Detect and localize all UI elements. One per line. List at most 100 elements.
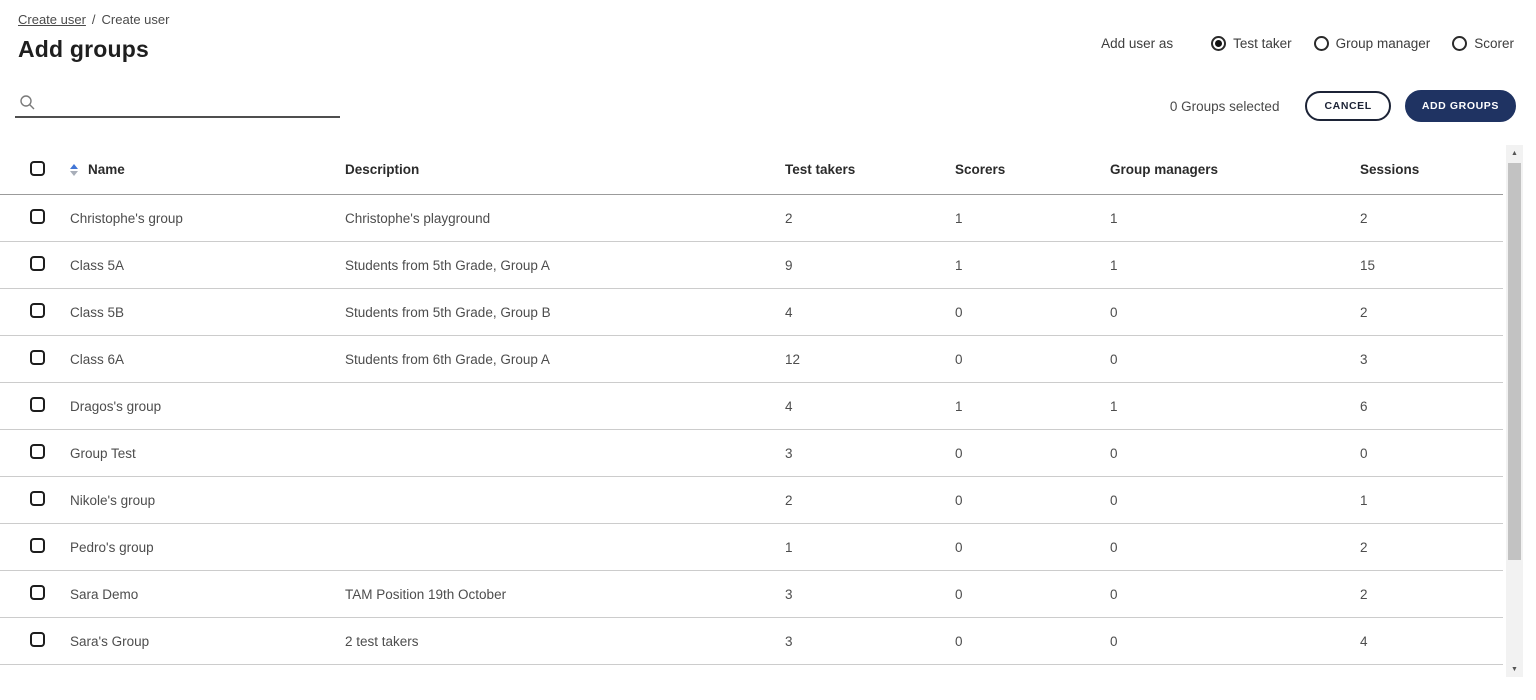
table-body: Christophe's group Christophe's playgrou… <box>0 195 1503 677</box>
column-header-group-managers[interactable]: Group managers <box>1110 162 1360 177</box>
cell-test-takers: 4 <box>785 399 955 414</box>
row-checkbox[interactable] <box>30 350 45 365</box>
add-user-as-radio-group: Add user as Test taker Group manager Sco… <box>1101 36 1514 51</box>
cell-description: Students from 6th Grade, Group A <box>345 352 785 367</box>
radio-button-icon[interactable] <box>1211 36 1226 51</box>
cell-test-takers: 4 <box>785 305 955 320</box>
scrollbar-down-icon[interactable]: ▼ <box>1506 661 1523 677</box>
cancel-button[interactable]: CANCEL <box>1305 91 1390 121</box>
row-checkbox[interactable] <box>30 444 45 459</box>
table-row[interactable]: Christophe's group Christophe's playgrou… <box>0 195 1503 242</box>
cell-test-takers: 9 <box>785 258 955 273</box>
row-checkbox[interactable] <box>30 256 45 271</box>
table-row[interactable]: Class 6A Students from 6th Grade, Group … <box>0 336 1503 383</box>
cell-name: Group Test <box>70 446 345 461</box>
cell-name: Class 5B <box>70 305 345 320</box>
cell-name: Christophe's group <box>70 211 345 226</box>
cell-description: Students from 5th Grade, Group B <box>345 305 785 320</box>
table-row[interactable]: Class 5B Students from 5th Grade, Group … <box>0 289 1503 336</box>
cell-test-takers: 12 <box>785 352 955 367</box>
cell-test-takers: 1 <box>785 540 955 555</box>
radio-scorer[interactable]: Scorer <box>1452 36 1514 51</box>
row-checkbox[interactable] <box>30 209 45 224</box>
vertical-scrollbar[interactable]: ▲ ▼ <box>1506 145 1523 677</box>
cell-group-managers: 0 <box>1110 493 1360 508</box>
table-row[interactable]: Class 5A Students from 5th Grade, Group … <box>0 242 1503 289</box>
cell-description: 2 test takers <box>345 634 785 649</box>
radio-group-manager[interactable]: Group manager <box>1314 36 1431 51</box>
add-groups-button[interactable]: ADD GROUPS <box>1405 90 1516 122</box>
cell-sessions: 3 <box>1360 352 1503 367</box>
table-row[interactable]: Pedro's group 1 0 0 2 <box>0 524 1503 571</box>
add-user-as-label: Add user as <box>1101 36 1173 51</box>
breadcrumb-link-create-user[interactable]: Create user <box>18 12 86 27</box>
row-checkbox[interactable] <box>30 491 45 506</box>
cell-name: Pedro's group <box>70 540 345 555</box>
breadcrumb-current: Create user <box>102 12 170 27</box>
cell-sessions: 2 <box>1360 587 1503 602</box>
sort-icon[interactable] <box>70 164 78 176</box>
cell-scorers: 0 <box>955 587 1110 602</box>
table-row[interactable]: Sara's Group 2 test takers 3 0 0 4 <box>0 618 1503 665</box>
groups-table: Name Description Test takers Scorers Gro… <box>0 145 1536 677</box>
radio-test-taker[interactable]: Test taker <box>1211 36 1292 51</box>
search-input[interactable] <box>44 95 338 111</box>
row-checkbox[interactable] <box>30 538 45 553</box>
column-header-test-takers[interactable]: Test takers <box>785 162 955 177</box>
cell-scorers: 1 <box>955 211 1110 226</box>
cell-test-takers: 2 <box>785 493 955 508</box>
table-row[interactable]: Nikole's group 2 0 0 1 <box>0 477 1503 524</box>
row-checkbox[interactable] <box>30 397 45 412</box>
radio-scorer-label: Scorer <box>1474 36 1514 51</box>
cell-description: Students from 5th Grade, Group A <box>345 258 785 273</box>
radio-group-manager-label: Group manager <box>1336 36 1431 51</box>
cell-group-managers: 1 <box>1110 211 1360 226</box>
cell-name: Sara Demo <box>70 587 345 602</box>
select-all-checkbox[interactable] <box>30 161 45 176</box>
column-header-name-label: Name <box>88 162 125 177</box>
column-header-scorers[interactable]: Scorers <box>955 162 1110 177</box>
scrollbar-thumb[interactable] <box>1508 163 1521 560</box>
table-row[interactable]: Tamara's Group Tamara's Group 1 0 0 1 <box>0 665 1503 677</box>
cell-name: Dragos's group <box>70 399 345 414</box>
column-header-sessions[interactable]: Sessions <box>1360 162 1503 177</box>
cell-scorers: 0 <box>955 493 1110 508</box>
table-row[interactable]: Group Test 3 0 0 0 <box>0 430 1503 477</box>
column-header-description[interactable]: Description <box>345 162 785 177</box>
breadcrumb: Create user/Create user <box>18 12 1516 27</box>
sort-ascending-icon <box>70 164 78 169</box>
cell-description: Christophe's playground <box>345 211 785 226</box>
cell-scorers: 0 <box>955 634 1110 649</box>
cell-group-managers: 0 <box>1110 446 1360 461</box>
cell-group-managers: 0 <box>1110 540 1360 555</box>
row-checkbox[interactable] <box>30 632 45 647</box>
cell-test-takers: 3 <box>785 446 955 461</box>
table-header-row: Name Description Test takers Scorers Gro… <box>0 145 1503 195</box>
cell-sessions: 2 <box>1360 305 1503 320</box>
column-header-name[interactable]: Name <box>70 162 345 177</box>
toolbar-actions: 0 Groups selected CANCEL ADD GROUPS <box>1170 90 1516 122</box>
cell-name: Class 5A <box>70 258 345 273</box>
cell-scorers: 0 <box>955 305 1110 320</box>
groups-selected-count: 0 Groups selected <box>1170 99 1280 114</box>
row-checkbox[interactable] <box>30 303 45 318</box>
table-row[interactable]: Dragos's group 4 1 1 6 <box>0 383 1503 430</box>
cell-name: Class 6A <box>70 352 345 367</box>
cell-sessions: 4 <box>1360 634 1503 649</box>
cell-name: Nikole's group <box>70 493 345 508</box>
cell-group-managers: 0 <box>1110 587 1360 602</box>
cell-sessions: 6 <box>1360 399 1503 414</box>
cell-name: Sara's Group <box>70 634 345 649</box>
radio-test-taker-label: Test taker <box>1233 36 1292 51</box>
scrollbar-up-icon[interactable]: ▲ <box>1506 145 1523 161</box>
cell-group-managers: 0 <box>1110 305 1360 320</box>
cell-group-managers: 0 <box>1110 352 1360 367</box>
cell-sessions: 2 <box>1360 211 1503 226</box>
table-row[interactable]: Sara Demo TAM Position 19th October 3 0 … <box>0 571 1503 618</box>
search-box[interactable] <box>15 94 340 118</box>
cell-test-takers: 3 <box>785 587 955 602</box>
row-checkbox[interactable] <box>30 585 45 600</box>
radio-button-icon[interactable] <box>1314 36 1329 51</box>
radio-button-icon[interactable] <box>1452 36 1467 51</box>
toolbar: 0 Groups selected CANCEL ADD GROUPS <box>0 87 1536 125</box>
